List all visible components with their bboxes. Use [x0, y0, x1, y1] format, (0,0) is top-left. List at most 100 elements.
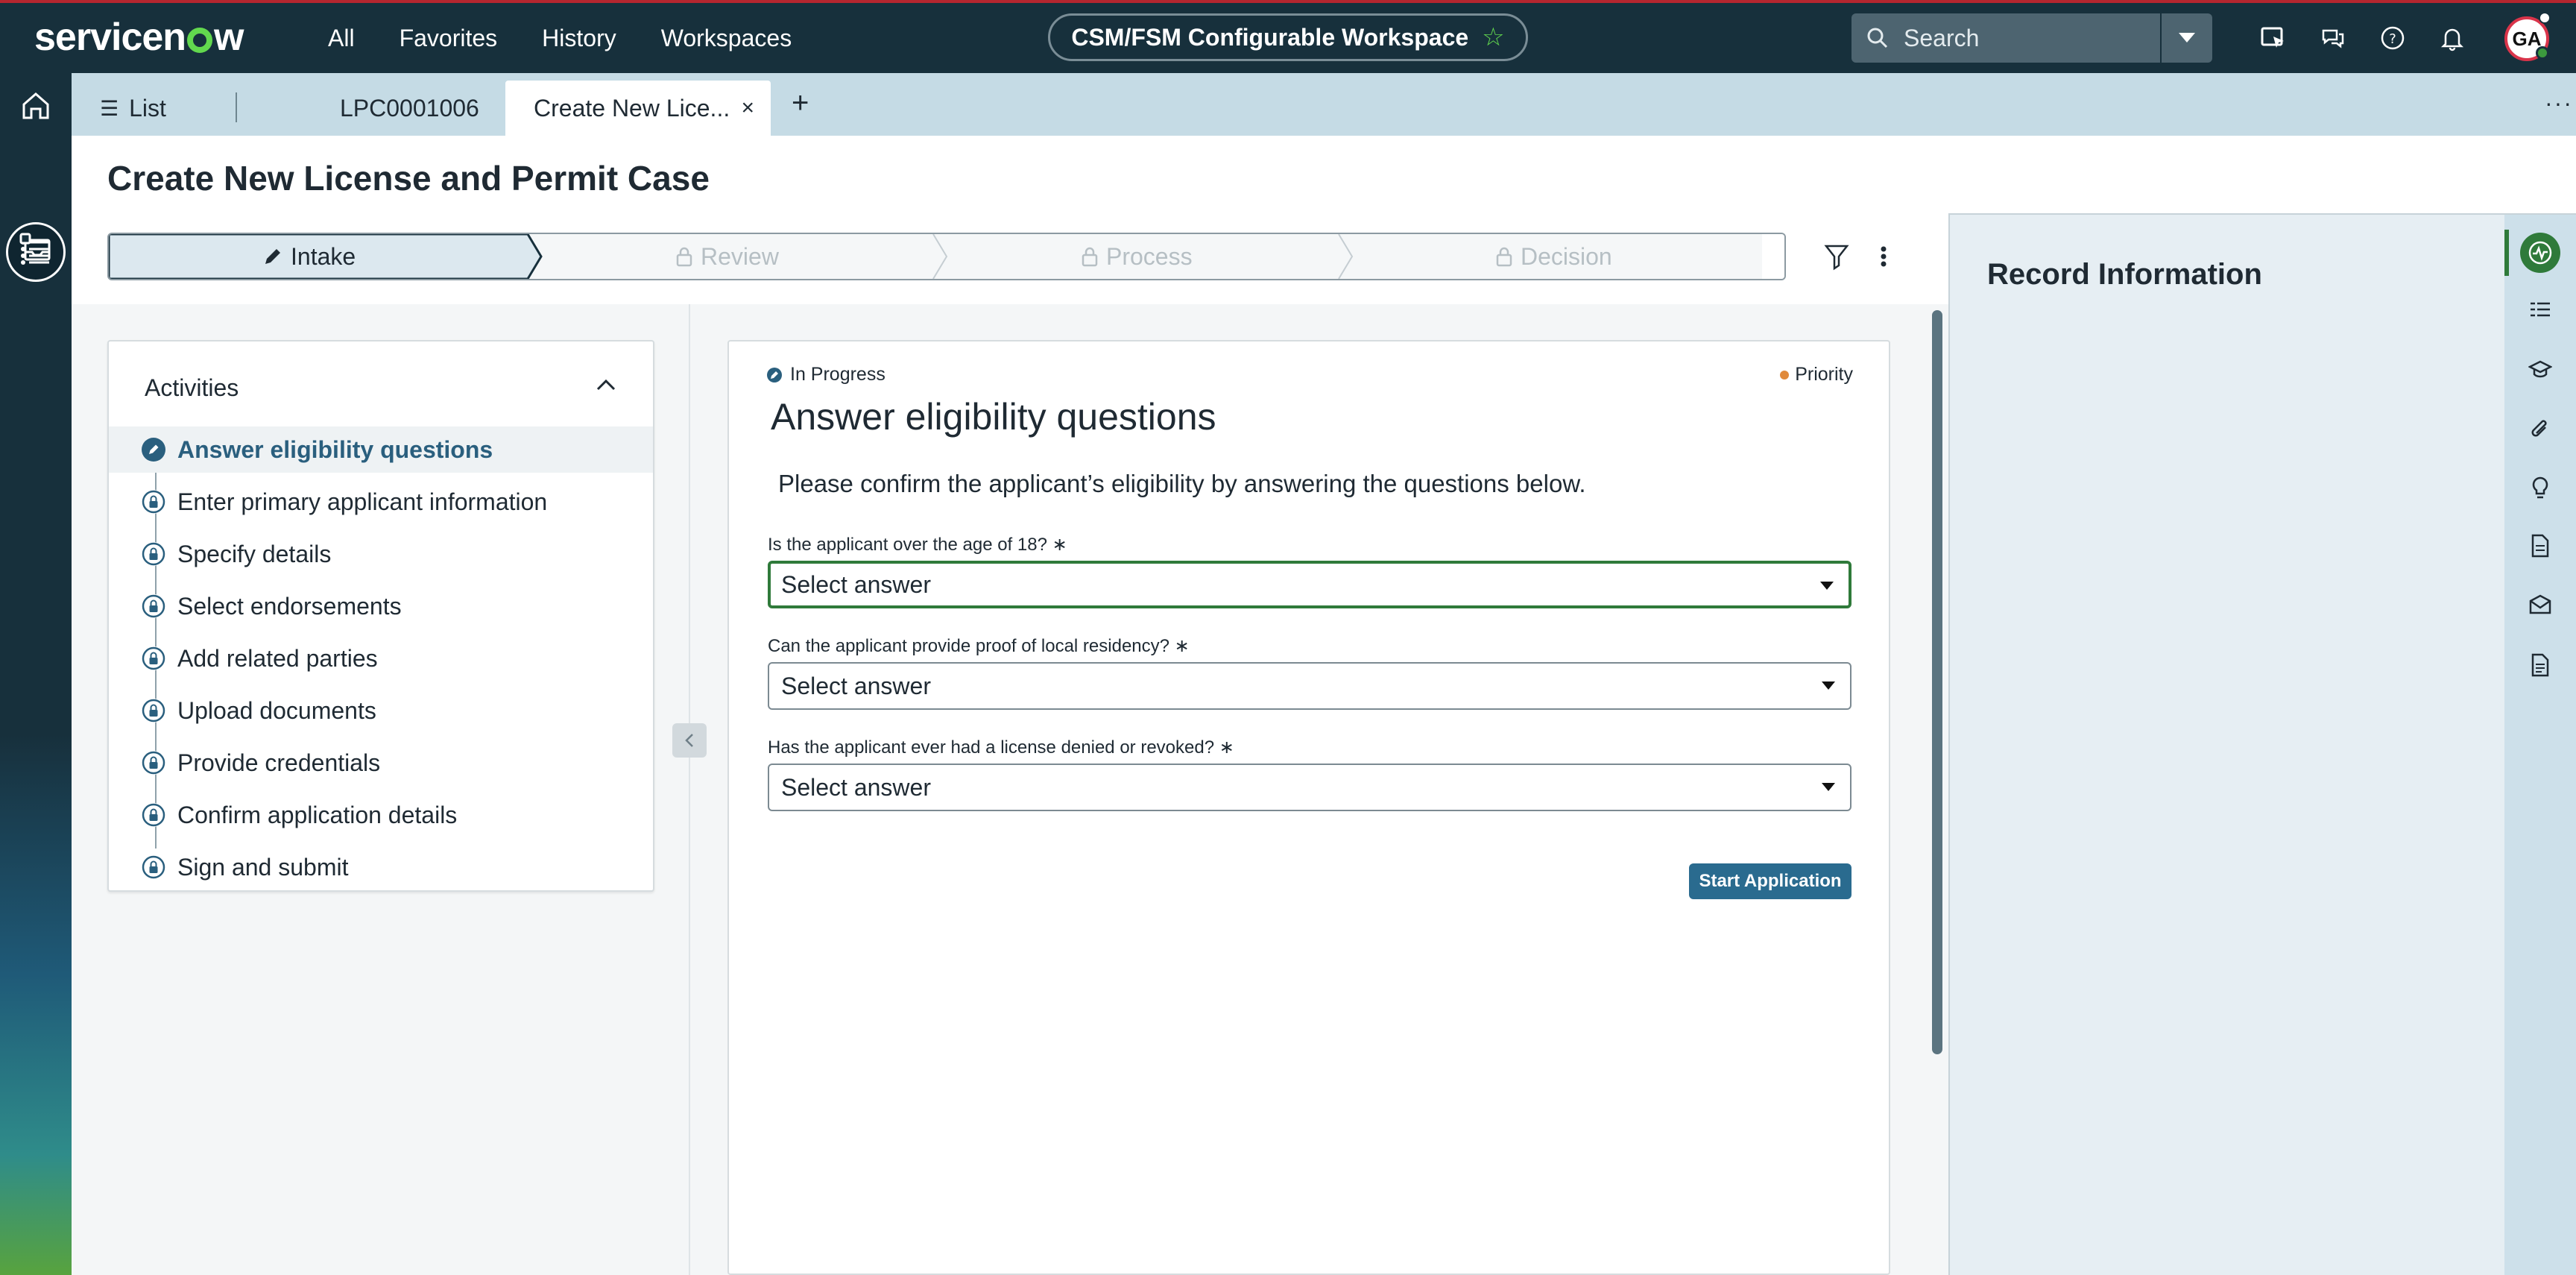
lock-icon	[676, 247, 692, 267]
presence-status-icon	[2536, 46, 2549, 60]
activity-item-confirm-details[interactable]: Confirm application details	[109, 792, 653, 838]
kebab-menu-icon[interactable]	[1878, 242, 1889, 275]
select-value: Select answer	[781, 773, 931, 801]
task-title: Answer eligibility questions	[771, 396, 1216, 438]
record-activity-icon[interactable]	[2504, 233, 2576, 273]
stage-decision-label: Decision	[1521, 242, 1612, 270]
favorite-star-icon[interactable]: ☆	[1482, 22, 1504, 52]
activity-label: Add related parties	[177, 644, 378, 672]
activity-item-upload-documents[interactable]: Upload documents	[109, 687, 653, 734]
nav-history[interactable]: History	[520, 25, 639, 52]
chevron-down-icon	[2179, 33, 2195, 42]
notification-badge	[2539, 12, 2551, 24]
activity-label: Enter primary applicant information	[177, 488, 548, 515]
question-1-select[interactable]: Select answer	[768, 561, 1852, 608]
activity-item-primary-applicant[interactable]: Enter primary applicant information	[109, 479, 653, 525]
activity-label: Provide credentials	[177, 749, 381, 776]
add-tab-icon[interactable]: +	[792, 86, 809, 120]
lock-icon	[142, 646, 165, 670]
stage-intake-label: Intake	[291, 242, 356, 270]
in-progress-icon	[767, 367, 782, 382]
servicenow-logo[interactable]: servicen w	[34, 13, 244, 61]
priority-badge: Priority	[1780, 364, 1853, 385]
content-scrollbar[interactable]	[1932, 310, 1942, 1054]
activity-item-add-related-parties[interactable]: Add related parties	[109, 635, 653, 681]
screen-select-icon[interactable]	[2244, 16, 2303, 60]
stage-intake[interactable]: Intake	[262, 234, 356, 279]
right-sidebar-rail	[2504, 213, 2576, 1275]
task-card: In Progress Priority Answer eligibility …	[727, 340, 1890, 1275]
close-tab-icon[interactable]: ×	[741, 95, 754, 121]
top-navigation: All Favorites History Workspaces	[306, 3, 814, 73]
notifications-bell-icon[interactable]	[2422, 16, 2482, 60]
help-icon[interactable]: ?	[2363, 16, 2422, 60]
workspace-switcher[interactable]: CSM/FSM Configurable Workspace ☆	[1048, 13, 1528, 61]
stage-progress-bar: Intake Review Process Decision	[107, 233, 1786, 280]
activity-label: Upload documents	[177, 696, 376, 724]
activity-item-select-endorsements[interactable]: Select endorsements	[109, 583, 653, 629]
activity-item-provide-credentials[interactable]: Provide credentials	[109, 740, 653, 786]
status-text: In Progress	[790, 364, 886, 385]
record-information-title: Record Information	[1987, 258, 2262, 291]
notes-document-icon[interactable]	[2504, 653, 2576, 677]
question-3-select[interactable]: Select answer	[768, 764, 1852, 811]
search-icon	[1852, 27, 1904, 49]
document-icon[interactable]	[2504, 534, 2576, 558]
nav-all[interactable]: All	[306, 25, 377, 52]
activity-label: Confirm application details	[177, 801, 458, 828]
workspace-name: CSM/FSM Configurable Workspace	[1071, 23, 1469, 51]
lock-icon	[142, 490, 165, 514]
stage-review-label: Review	[701, 242, 779, 270]
page-title: Create New License and Permit Case	[107, 159, 710, 198]
question-2-select[interactable]: Select answer	[768, 662, 1852, 710]
activity-label: Select endorsements	[177, 592, 402, 620]
filter-icon[interactable]	[1823, 242, 1850, 275]
activity-item-sign-and-submit[interactable]: Sign and submit	[109, 844, 653, 890]
tab-record-label: LPC0001006	[340, 94, 479, 122]
activities-panel: Activities Answer eligibility questions …	[107, 340, 654, 892]
stage-process-label: Process	[1106, 242, 1193, 270]
lock-icon	[142, 594, 165, 618]
left-rail	[0, 73, 72, 1275]
chat-icon[interactable]	[2303, 16, 2363, 60]
more-options-icon[interactable]: ···	[2545, 89, 2573, 117]
record-information-panel: Record Information	[1948, 213, 2504, 1275]
inbox-icon[interactable]	[0, 230, 72, 265]
header-icon-group: ?	[2244, 16, 2482, 60]
activity-item-answer-eligibility[interactable]: Answer eligibility questions	[109, 426, 653, 473]
lock-icon	[1496, 247, 1512, 267]
user-initials: GA	[2512, 27, 2542, 50]
search-scope-dropdown[interactable]	[2162, 13, 2212, 63]
workspace-tab-strip: ☰ List LPC0001006 × Create New Lice... ×…	[72, 73, 2576, 136]
collapse-panel-button[interactable]	[672, 723, 707, 758]
tab-create-new-license[interactable]: Create New Lice... ×	[505, 81, 771, 136]
list-menu-icon: ☰	[100, 96, 119, 120]
dropdown-caret-icon	[1822, 681, 1835, 690]
stage-process: Process	[1081, 234, 1193, 279]
lightbulb-icon[interactable]	[2504, 476, 2576, 501]
user-avatar[interactable]: GA	[2504, 12, 2551, 61]
activity-item-specify-details[interactable]: Specify details	[109, 531, 653, 577]
select-value: Select answer	[781, 672, 931, 699]
global-search-input[interactable]: Search	[1852, 13, 2160, 63]
email-icon[interactable]	[2504, 594, 2576, 616]
details-list-icon[interactable]	[2504, 300, 2576, 319]
chevron-up-icon[interactable]	[595, 376, 617, 397]
question-2-label: Can the applicant provide proof of local…	[768, 636, 1190, 656]
nav-favorites[interactable]: Favorites	[377, 25, 520, 52]
priority-dot-icon	[1780, 370, 1790, 380]
in-progress-icon	[142, 438, 165, 462]
tab-list[interactable]: ☰ List	[85, 81, 237, 136]
home-icon[interactable]	[0, 89, 72, 122]
priority-text: Priority	[1795, 364, 1853, 385]
knowledge-cap-icon[interactable]	[2504, 359, 2576, 380]
activity-label: Answer eligibility questions	[177, 435, 493, 463]
nav-workspaces[interactable]: Workspaces	[639, 25, 814, 52]
lock-icon	[142, 699, 165, 722]
attachment-paperclip-icon[interactable]	[2504, 418, 2576, 441]
question-3-label: Has the applicant ever had a license den…	[768, 737, 1234, 758]
chevron-left-icon	[685, 734, 693, 747]
activity-label: Specify details	[177, 540, 332, 567]
start-application-button[interactable]: Start Application	[1689, 863, 1852, 899]
stage-review: Review	[675, 234, 779, 279]
